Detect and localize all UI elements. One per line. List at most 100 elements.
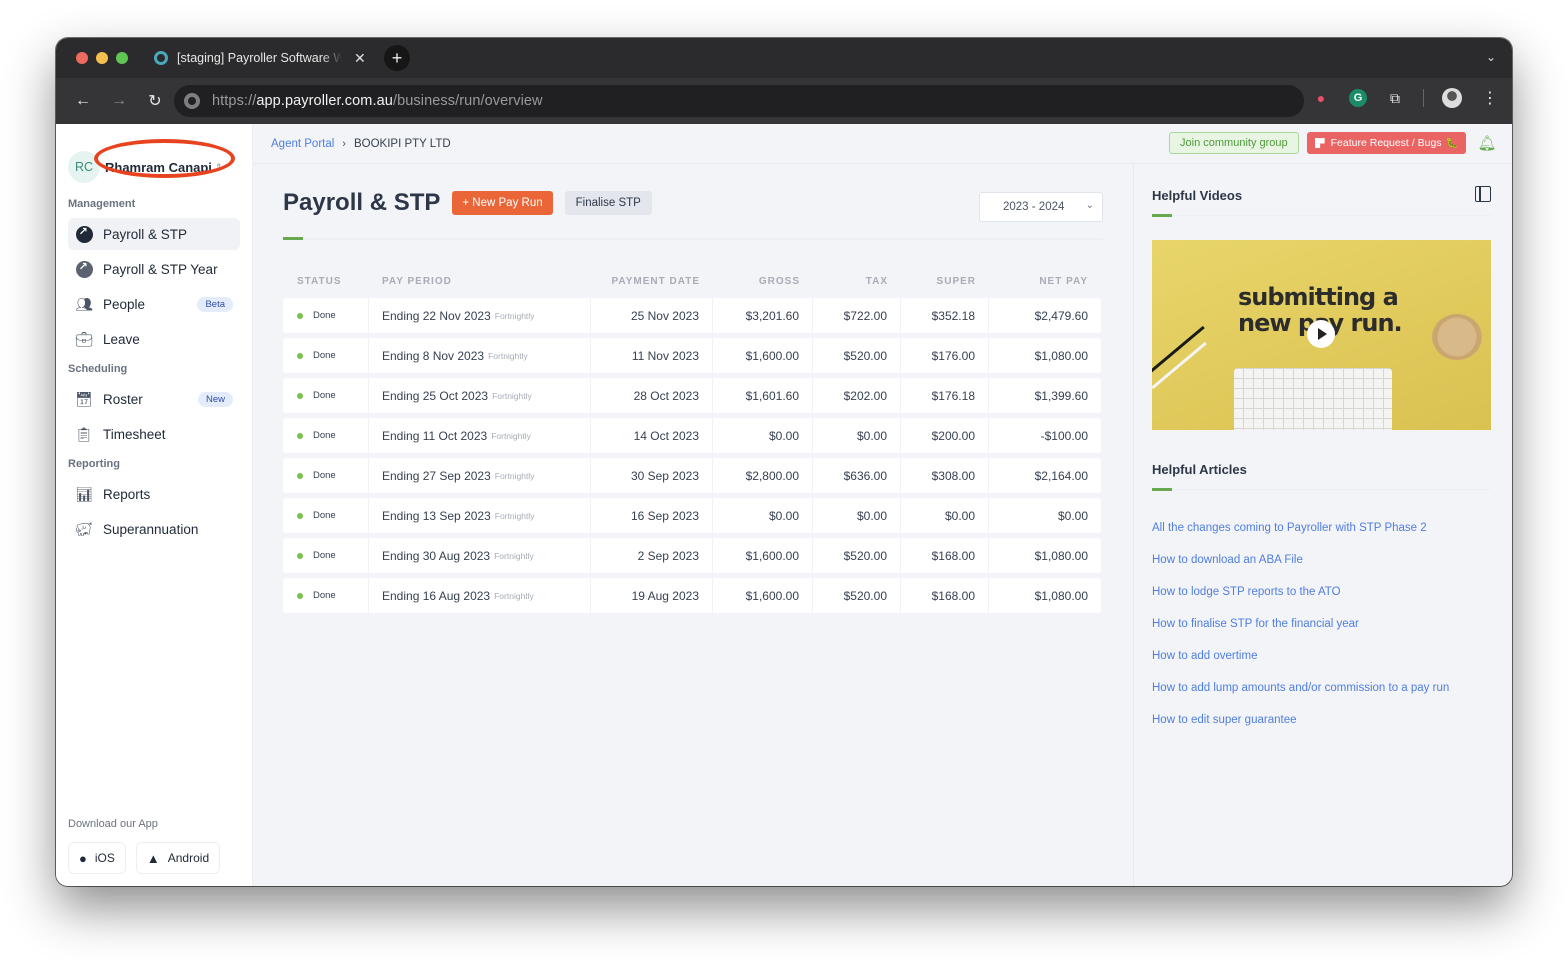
pay-period: Ending 27 Sep 2023: [382, 468, 491, 483]
net-pay-amount: -$100.00: [1040, 428, 1088, 443]
maximize-window-button[interactable]: [116, 52, 128, 64]
feature-request-button[interactable]: Feature Request / Bugs 🐛: [1306, 132, 1466, 154]
article-link[interactable]: All the changes coming to Payroller with…: [1152, 512, 1512, 544]
gross-amount: $2,800.00: [713, 458, 813, 493]
pay-period-cell: Ending 13 Sep 2023 Fortnightly: [369, 498, 591, 533]
pay-period: Ending 11 Oct 2023: [382, 428, 488, 443]
sidebar-item-label: Timesheet: [103, 426, 166, 442]
sidebar-item-leave[interactable]: 💼︎ Leave: [68, 323, 240, 355]
sidebar-item-payroll-stp[interactable]: Payroll & STP: [68, 218, 240, 250]
close-window-button[interactable]: [76, 52, 88, 64]
title-underline: [283, 237, 1103, 240]
minimize-window-button[interactable]: [96, 52, 108, 64]
sidebar-item-payroll-stp-year[interactable]: Payroll & STP Year: [68, 253, 240, 285]
grammarly-icon[interactable]: G: [1349, 89, 1367, 107]
url-text[interactable]: https://app.payroller.com.au/business/ru…: [212, 93, 543, 109]
net-pay-amount: $1,399.60: [1034, 388, 1088, 403]
join-community-button[interactable]: Join community group: [1169, 132, 1299, 154]
tab-close-icon[interactable]: ✕: [354, 50, 366, 67]
table-row[interactable]: Done Ending 27 Sep 2023 Fortnightly 30 Sep …: [283, 458, 1101, 493]
gross-amount: $1,600.00: [713, 538, 813, 573]
url-host: app.payroller.com.au: [256, 93, 393, 109]
status-badge: Done: [313, 590, 336, 601]
status-dot-icon: [297, 392, 303, 399]
pay-period-cell: Ending 25 Oct 2023 Fortnightly: [369, 378, 591, 413]
payment-date: 30 Sep 2023: [591, 458, 713, 493]
super-amount: $352.18: [901, 298, 989, 333]
breadcrumb-agent-portal[interactable]: Agent Portal: [271, 138, 334, 150]
pay-frequency: Fortnightly: [494, 510, 535, 521]
financial-year-value: 2023 - 2024: [1003, 201, 1065, 213]
bell-icon[interactable]: 🔔︎: [1477, 134, 1496, 152]
payroller-favicon-icon: [154, 51, 168, 65]
main-area: Agent Portal › BOOKIPI PTY LTD Join comm…: [253, 124, 1512, 886]
sidebar-item-people[interactable]: 👥︎ People Beta: [68, 288, 240, 320]
sidebar-item-timesheet[interactable]: 📋︎ Timesheet: [68, 418, 240, 450]
new-pay-run-button[interactable]: + New Pay Run: [452, 191, 553, 215]
table-row[interactable]: Done Ending 11 Oct 2023 Fortnightly 14 Oct …: [283, 418, 1101, 453]
browser-menu-icon[interactable]: ⋮: [1480, 88, 1500, 108]
payment-date: 28 Oct 2023: [591, 378, 713, 413]
payment-date: 11 Nov 2023: [591, 338, 713, 373]
user-switcher[interactable]: RC Rhamram Canapi ⇕: [56, 124, 252, 190]
sidebar-item-roster[interactable]: 📅︎ Roster New: [68, 383, 240, 415]
super-amount: $176.18: [901, 378, 989, 413]
table-row[interactable]: Done Ending 8 Nov 2023 Fortnightly 11 Nov 2…: [283, 338, 1101, 373]
forward-icon[interactable]: →: [106, 88, 132, 114]
url-path: /business/run/overview: [392, 93, 543, 109]
site-info-icon[interactable]: [184, 93, 200, 109]
pay-period: Ending 25 Oct 2023: [382, 388, 489, 403]
switch-user-chevron-icon[interactable]: ⇕: [215, 162, 223, 173]
toolbar-divider: [1423, 89, 1424, 107]
tab-search-chevron-icon[interactable]: ⌄: [1486, 50, 1496, 64]
new-tab-button[interactable]: +: [384, 45, 410, 71]
net-pay-amount: $1,080.00: [1034, 588, 1088, 603]
sidebar-item-label: Reports: [103, 486, 151, 502]
gross-amount: $1,600.00: [713, 578, 813, 613]
pay-frequency: Fortnightly: [492, 390, 532, 401]
pay-period-cell: Ending 16 Aug 2023 Fortnightly: [369, 578, 591, 613]
tax-amount: $0.00: [813, 418, 901, 453]
extensions-puzzle-icon[interactable]: ⧉: [1385, 88, 1405, 108]
financial-year-select[interactable]: 2023 - 2024 ⌄: [979, 192, 1103, 222]
android-app-button[interactable]: ▲ Android: [135, 842, 221, 874]
pay-period: Ending 16 Aug 2023: [382, 588, 491, 603]
nav-section-management: Management: [68, 198, 136, 210]
sidebar-item-superannuation[interactable]: 🐖︎ Superannuation: [68, 513, 240, 545]
article-link[interactable]: How to add lump amounts and/or commissio…: [1152, 672, 1512, 704]
article-link[interactable]: How to edit super guarantee: [1152, 704, 1512, 736]
user-name[interactable]: Rhamram Canapi: [105, 160, 212, 175]
table-row[interactable]: Done Ending 30 Aug 2023 Fortnightly 2 Sep 2…: [283, 538, 1101, 573]
back-icon[interactable]: ←: [70, 88, 96, 114]
header-payment-date: PAYMENT DATE: [611, 275, 700, 287]
browser-tab[interactable]: [staging] Payroller Software W ✕: [154, 42, 376, 74]
reload-icon[interactable]: ↻: [142, 88, 168, 114]
status-dot-icon: [297, 512, 303, 519]
article-link[interactable]: How to finalise STP for the financial ye…: [1152, 608, 1512, 640]
sidebar-item-reports[interactable]: 📊︎ Reports: [68, 478, 240, 510]
play-icon[interactable]: [1307, 320, 1335, 348]
sidebar-item-label: People: [103, 296, 146, 312]
app-buttons: ● iOS ▲ Android: [68, 842, 221, 874]
chevron-down-icon: ⌄: [1085, 200, 1094, 211]
address-bar[interactable]: https://app.payroller.com.au/business/ru…: [174, 85, 1304, 117]
tax-amount: $520.00: [813, 578, 901, 613]
table-row[interactable]: Done Ending 16 Aug 2023 Fortnightly 19 Aug …: [283, 578, 1101, 613]
table-row[interactable]: Done Ending 22 Nov 2023 Fortnightly 25 Nov …: [283, 298, 1101, 333]
article-link[interactable]: How to lodge STP reports to the ATO: [1152, 576, 1512, 608]
status-badge: Done: [313, 310, 336, 321]
video-thumbnail[interactable]: submitting a new pay run.: [1152, 240, 1491, 430]
extension-strawberry-icon[interactable]: ●: [1311, 88, 1331, 108]
super-amount: $200.00: [901, 418, 989, 453]
collapse-panel-icon[interactable]: [1475, 186, 1491, 202]
new-badge: New: [197, 391, 233, 407]
article-link[interactable]: How to add overtime: [1152, 640, 1512, 672]
extensions-area: ● G ⧉ ⋮: [1311, 88, 1500, 108]
finalise-stp-button[interactable]: Finalise STP: [564, 191, 652, 215]
table-row[interactable]: Done Ending 25 Oct 2023 Fortnightly 28 Oct …: [283, 378, 1101, 413]
article-link[interactable]: How to download an ABA File: [1152, 544, 1512, 576]
avatar: RC: [68, 151, 100, 183]
ios-app-button[interactable]: ● iOS: [68, 842, 126, 874]
profile-avatar-icon[interactable]: [1442, 88, 1462, 108]
table-row[interactable]: Done Ending 13 Sep 2023 Fortnightly 16 Sep …: [283, 498, 1101, 533]
